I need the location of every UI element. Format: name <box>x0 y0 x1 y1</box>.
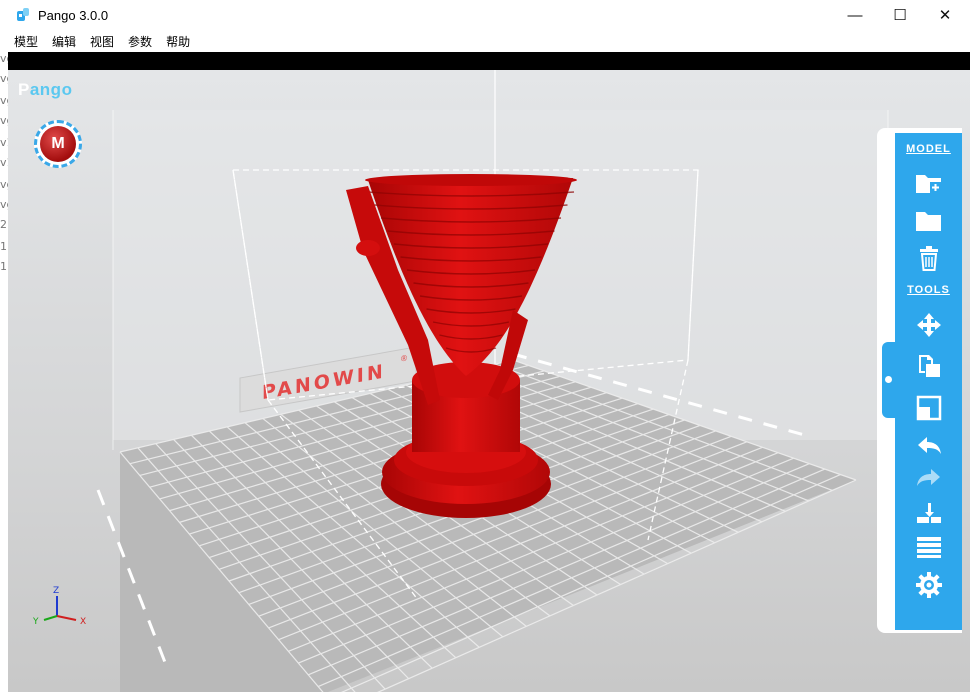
close-icon: ✕ <box>938 7 952 24</box>
redo-button[interactable] <box>911 464 947 494</box>
copy-tool-button[interactable] <box>911 351 947 381</box>
fragment-text: vg <box>0 72 8 85</box>
title-bar: Pango 3.0.0 — ☐ ✕ <box>0 0 976 30</box>
minimize-icon: — <box>847 6 863 24</box>
settings-button[interactable] <box>911 570 947 600</box>
pango-app-icon <box>17 8 29 21</box>
brand-rest: ango <box>29 80 73 99</box>
axis-y-label: Y <box>32 617 39 627</box>
toggle-dot-icon <box>885 376 892 383</box>
undo-icon <box>918 437 941 454</box>
toolbar-strip <box>8 52 970 70</box>
panowin-logo-mark: ® <box>400 353 408 363</box>
drop-to-platform-button[interactable] <box>911 499 947 529</box>
trash-icon <box>920 246 938 271</box>
tools-section-label: TOOLS <box>907 284 950 296</box>
mode-badge-button[interactable]: M <box>34 120 82 168</box>
drop-to-platform-icon <box>917 503 941 523</box>
fragment-text: v1 <box>0 136 8 149</box>
redo-icon <box>917 469 940 486</box>
maximize-button[interactable]: ☐ <box>877 0 923 30</box>
window-title: Pango 3.0.0 <box>38 8 109 23</box>
close-button[interactable]: ✕ <box>922 0 968 30</box>
slice-layers-icon <box>917 537 941 558</box>
undo-button[interactable] <box>911 432 947 462</box>
delete-model-button[interactable] <box>911 244 947 274</box>
menu-model[interactable]: 模型 <box>14 33 38 50</box>
fragment-text: vg <box>0 52 8 65</box>
menu-parameters[interactable]: 参数 <box>128 33 152 50</box>
maximize-icon: ☐ <box>893 7 907 24</box>
fragment-text: 1 <box>0 260 7 273</box>
axis-z-label: Z <box>53 586 59 596</box>
move-icon <box>917 313 941 337</box>
build-scene: PANOWIN ® <box>8 70 970 692</box>
add-folder-icon <box>916 175 941 193</box>
panel-collapse-toggle[interactable] <box>882 342 895 418</box>
add-model-button[interactable] <box>911 168 947 198</box>
fragment-text: vg <box>0 178 8 191</box>
scale-icon <box>916 395 942 421</box>
minimize-button[interactable]: — <box>832 0 878 30</box>
settings-gear-icon <box>916 572 942 598</box>
move-tool-button[interactable] <box>911 310 947 340</box>
slice-button[interactable] <box>911 532 947 562</box>
fragment-text: vg <box>0 114 8 127</box>
background-window-fragment: vg vg vg vg v1 v1 vg vg 2 1 1 <box>0 52 8 692</box>
menu-help[interactable]: 帮助 <box>166 33 190 50</box>
scale-tool-button[interactable] <box>911 393 947 423</box>
fragment-text: vg <box>0 94 8 107</box>
brand-first-letter: P <box>18 80 30 99</box>
fragment-text: 2 <box>0 218 7 231</box>
menu-bar: 模型 编辑 视图 参数 帮助 <box>0 30 976 52</box>
fragment-text: vg <box>0 198 8 211</box>
3d-viewport[interactable]: PANOWIN ® Pango M Z Y X <box>8 70 970 692</box>
fragment-text: 1 <box>0 240 7 253</box>
axis-x-label: X <box>80 617 86 627</box>
open-folder-button[interactable] <box>911 206 947 236</box>
axis-gizmo-icon: Z Y X <box>32 586 86 627</box>
menu-view[interactable]: 视图 <box>90 33 114 50</box>
folder-icon <box>916 212 941 231</box>
menu-edit[interactable]: 编辑 <box>52 33 76 50</box>
pango-brand-logo: Pango <box>18 80 72 100</box>
fragment-text: v1 <box>0 156 8 169</box>
mode-badge-label: M <box>40 126 76 162</box>
model-section-label: MODEL <box>906 143 951 155</box>
copy-icon <box>919 355 940 377</box>
